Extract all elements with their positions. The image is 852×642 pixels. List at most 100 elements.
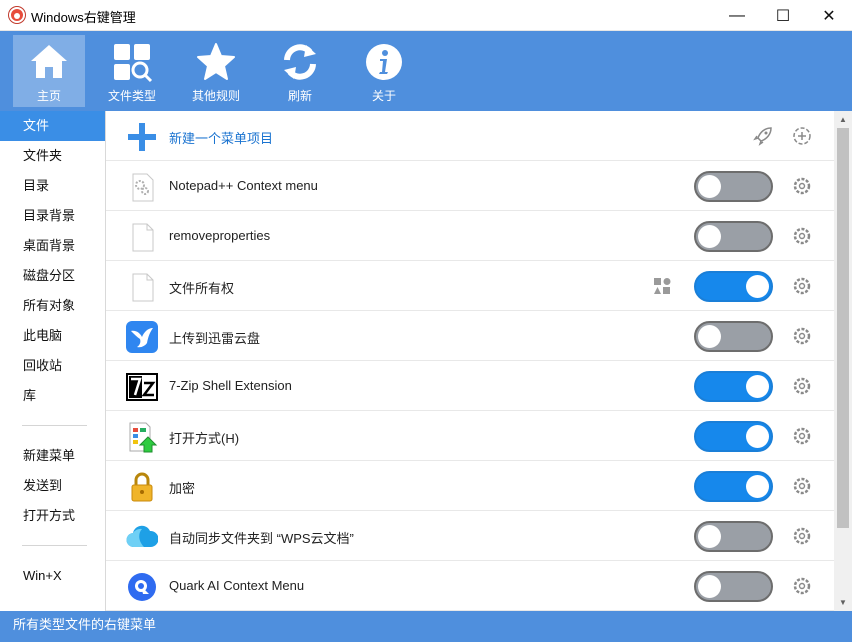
sidebar-item-win-x[interactable]: Win+X xyxy=(0,561,105,591)
enable-toggle[interactable] xyxy=(694,221,773,252)
settings-gear-icon[interactable] xyxy=(792,176,812,196)
minimize-icon: — xyxy=(729,6,745,24)
toggle-knob xyxy=(746,375,769,398)
toggle-knob xyxy=(698,325,721,348)
toolbar-home-label: 主页 xyxy=(36,89,61,103)
toolbar-about-label: 关于 xyxy=(371,89,396,103)
enable-toggle[interactable] xyxy=(694,171,773,202)
new-menu-item-row[interactable]: 新建一个菜单项目 xyxy=(106,111,834,161)
settings-gear-icon[interactable] xyxy=(792,276,812,296)
menu-row-encrypt: 加密 xyxy=(106,461,834,511)
toolbar-other-rules[interactable]: 其他规则 xyxy=(180,35,252,107)
sidebar-item-new-menu[interactable]: 新建菜单 xyxy=(0,441,105,471)
settings-gear-icon[interactable] xyxy=(792,576,812,596)
menu-row-label: 自动同步文件夹到 “WPS云文档” xyxy=(169,531,354,546)
blank-file-icon xyxy=(132,273,154,302)
toggle-knob xyxy=(746,425,769,448)
scroll-down-icon[interactable]: ▼ xyxy=(834,594,852,611)
quark-icon xyxy=(128,573,156,601)
file-types-icon xyxy=(114,44,153,83)
sidebar-item-open-with[interactable]: 打开方式 xyxy=(0,501,105,531)
menu-row-7zip: 7-Zip Shell Extension xyxy=(106,361,834,411)
add-gear-icon[interactable] xyxy=(792,126,812,146)
enable-toggle[interactable] xyxy=(694,421,773,452)
settings-gear-icon[interactable] xyxy=(792,226,812,246)
status-bar: 所有类型文件的右键菜单 xyxy=(0,611,852,642)
sidebar-item-this-pc[interactable]: 此电脑 xyxy=(0,321,105,351)
menu-row-file-ownership: 文件所有权 xyxy=(106,261,834,311)
settings-gear-icon[interactable] xyxy=(792,426,812,446)
menu-row-label: 文件所有权 xyxy=(169,281,235,296)
menu-row-removeproperties: removeproperties xyxy=(106,211,834,261)
minimize-button[interactable]: — xyxy=(714,0,760,31)
toolbar-about[interactable]: 关于 xyxy=(348,35,420,107)
cloud-icon xyxy=(126,525,158,548)
menu-row-label: removeproperties xyxy=(169,228,271,243)
toolbar-other-rules-label: 其他规则 xyxy=(191,89,240,103)
star-icon xyxy=(197,43,235,80)
menu-row-label: Quark AI Context Menu xyxy=(169,578,305,593)
refresh-icon xyxy=(284,44,316,80)
toggle-knob xyxy=(746,275,769,298)
toggle-knob xyxy=(698,525,721,548)
toggle-knob xyxy=(698,575,721,598)
maximize-icon: ☐ xyxy=(775,7,791,25)
menu-row-label: Notepad++ Context menu xyxy=(169,178,318,193)
close-button[interactable]: ✕ xyxy=(806,0,852,31)
toggle-knob xyxy=(746,475,769,498)
menu-row-label: 上传到迅雷云盘 xyxy=(169,331,261,346)
new-menu-item-label[interactable]: 新建一个菜单项目 xyxy=(169,128,273,147)
enable-toggle[interactable] xyxy=(694,271,773,302)
blank-file-icon xyxy=(132,223,154,252)
toolbar-refresh-label: 刷新 xyxy=(287,89,312,103)
sidebar-item-library[interactable]: 库 xyxy=(0,381,105,411)
enable-toggle[interactable] xyxy=(694,471,773,502)
settings-gear-icon[interactable] xyxy=(792,526,812,546)
sidebar-item-file[interactable]: 文件 xyxy=(0,111,105,141)
sidebar-item-all-objects[interactable]: 所有对象 xyxy=(0,291,105,321)
scroll-thumb[interactable] xyxy=(837,128,849,528)
settings-gear-icon[interactable] xyxy=(792,476,812,496)
main-toolbar: 主页 文件类型 其他规则 刷新 关于 xyxy=(0,31,852,111)
sidebar-item-directory[interactable]: 目录 xyxy=(0,171,105,201)
sidebar-item-directory-background[interactable]: 目录背景 xyxy=(0,201,105,231)
home-icon xyxy=(31,45,67,78)
enable-toggle[interactable] xyxy=(694,321,773,352)
menu-row-label: 加密 xyxy=(169,481,196,496)
settings-gear-icon[interactable] xyxy=(792,326,812,346)
menu-row-quark: Quark AI Context Menu xyxy=(106,561,834,611)
sidebar-item-drive[interactable]: 磁盘分区 xyxy=(0,261,105,291)
toolbar-file-types-label: 文件类型 xyxy=(107,89,156,103)
sidebar-item-folder[interactable]: 文件夹 xyxy=(0,141,105,171)
sidebar-item-recycle-bin[interactable]: 回收站 xyxy=(0,351,105,381)
scroll-up-icon[interactable]: ▲ xyxy=(834,111,852,128)
thunder-bird-icon xyxy=(126,321,158,353)
menu-row-notepadpp: Notepad++ Context menu xyxy=(106,161,834,211)
vertical-scrollbar[interactable]: ▲ ▼ xyxy=(834,111,852,611)
lock-icon xyxy=(131,472,153,502)
app-logo-icon xyxy=(9,7,25,23)
toolbar-file-types[interactable]: 文件类型 xyxy=(96,35,168,107)
7zip-icon xyxy=(126,373,158,401)
open-with-icon xyxy=(129,422,158,453)
menu-row-open-with: 打开方式(H) xyxy=(106,411,834,461)
window-title: Windows右键管理 xyxy=(31,10,136,25)
maximize-button[interactable]: ☐ xyxy=(760,0,806,31)
toolbar-refresh[interactable]: 刷新 xyxy=(264,35,336,107)
shapes-icon[interactable] xyxy=(652,276,672,296)
sidebar-item-send-to[interactable]: 发送到 xyxy=(0,471,105,501)
toolbar-home[interactable]: 主页 xyxy=(13,35,85,107)
settings-gear-icon[interactable] xyxy=(792,376,812,396)
sidebar-item-desktop-background[interactable]: 桌面背景 xyxy=(0,231,105,261)
sidebar: 文件 文件夹 目录 目录背景 桌面背景 磁盘分区 所有对象 此电脑 回收站 库 … xyxy=(0,111,106,611)
rocket-icon[interactable] xyxy=(752,125,774,147)
enable-toggle[interactable] xyxy=(694,371,773,402)
add-plus-icon xyxy=(128,123,156,151)
info-icon xyxy=(366,44,402,80)
status-text: 所有类型文件的右键菜单 xyxy=(13,617,157,632)
sidebar-divider xyxy=(22,425,87,426)
menu-item-list: 新建一个菜单项目 Notepad++ Context menu removepr… xyxy=(106,111,834,611)
menu-row-label: 打开方式(H) xyxy=(169,431,240,446)
enable-toggle[interactable] xyxy=(694,521,773,552)
enable-toggle[interactable] xyxy=(694,571,773,602)
